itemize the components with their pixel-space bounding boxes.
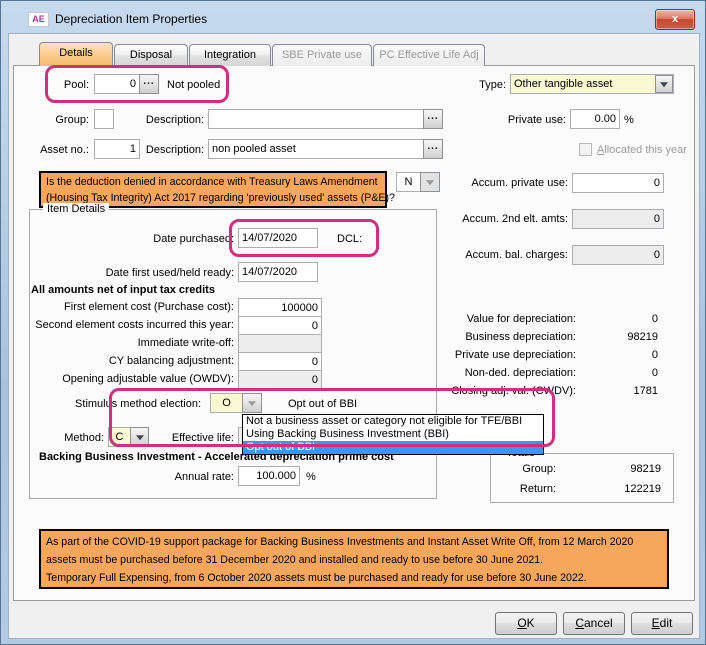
asset-description-label: Description:	[134, 144, 204, 156]
first-element-cost-label: First element cost (Purchase cost):	[22, 301, 234, 313]
private-use-depreciation-value: 0	[568, 349, 658, 361]
type-label: Type:	[456, 79, 506, 91]
accum-private-use-input[interactable]: 0	[572, 173, 664, 193]
cancel-button[interactable]: Cancel	[563, 612, 625, 635]
depreciation-item-properties-dialog: AE Depreciation Item Properties x Detail…	[0, 0, 706, 645]
dropdown-option-not-eligible[interactable]: Not a business asset or category not eli…	[243, 415, 543, 428]
allocated-this-year-checkbox	[579, 143, 592, 156]
private-use-label: Private use:	[466, 114, 566, 126]
tab-sbe-private-use: SBE Private use	[272, 44, 372, 66]
item-details-legend: Item Details	[43, 203, 109, 215]
asset-no-label: Asset no.:	[19, 144, 89, 156]
private-use-depreciation-label: Private use depreciation:	[426, 349, 576, 361]
ellipsis-icon: ...	[140, 75, 158, 89]
totals-return-value: 122219	[561, 483, 661, 495]
tab-integration[interactable]: Integration	[189, 44, 271, 66]
date-first-used-input[interactable]: 14/07/2020	[238, 262, 318, 282]
annual-rate-percent-sign: %	[306, 471, 316, 483]
accum-private-use-label: Accum. private use:	[418, 177, 568, 189]
stimulus-method-dropdown-button[interactable]	[242, 393, 262, 413]
business-depreciation-label: Business depreciation:	[426, 331, 576, 343]
totals-return-label: Return:	[501, 483, 556, 495]
cy-balancing-adjustment-input[interactable]: 0	[238, 352, 322, 371]
annual-rate-input[interactable]: 100.000	[238, 466, 300, 486]
pool-label: Pool:	[41, 79, 89, 91]
close-icon[interactable]: x	[655, 9, 695, 30]
net-of-gst-note: All amounts net of input tax credits	[31, 284, 215, 296]
asset-description-input[interactable]: non pooled asset	[208, 139, 424, 159]
stimulus-method-label: Stimulus method election:	[61, 398, 201, 410]
covid-support-note: As part of the COVID-19 support package …	[39, 529, 669, 589]
cwdv-value: 1781	[568, 385, 658, 397]
group-input[interactable]	[94, 109, 114, 129]
totals-group-value: 98219	[561, 463, 661, 475]
effective-life-label: Effective life:	[22, 432, 234, 444]
date-first-used-label: Date first used/held ready:	[22, 267, 234, 279]
group-description-input[interactable]	[208, 109, 424, 129]
accum-2nd-elt-input: 0	[572, 209, 664, 229]
stimulus-method-selected-text: Opt out of BBI	[288, 398, 357, 410]
pool-browse-button[interactable]: ...	[139, 74, 159, 94]
accum-bal-charges-label: Accum. bal. charges:	[418, 249, 568, 261]
asset-description-browse-button[interactable]: ...	[423, 139, 443, 159]
ellipsis-icon: ...	[424, 110, 442, 124]
accum-2nd-elt-label: Accum. 2nd elt. amts:	[418, 213, 568, 225]
owdv-input: 0	[238, 370, 322, 389]
dropdown-option-opt-out-bbi[interactable]: Opt out of BBI	[243, 441, 543, 454]
edit-button[interactable]: Edit	[631, 612, 693, 635]
immediate-write-off-input	[238, 334, 322, 353]
chevron-down-icon	[660, 82, 668, 87]
non-ded-depreciation-label: Non-ded. depreciation:	[426, 367, 576, 379]
first-element-cost-input[interactable]: 100000	[238, 298, 322, 317]
totals-groupbox	[490, 453, 674, 503]
dropdown-option-using-bbi[interactable]: Using Backing Business Investment (BBI)	[243, 428, 543, 441]
stimulus-method-dropdown-list: Not a business asset or category not eli…	[242, 414, 544, 455]
cy-balancing-adjustment-label: CY balancing adjustment:	[22, 355, 234, 367]
tab-details[interactable]: Details	[39, 42, 113, 66]
totals-group-label: Group:	[501, 463, 556, 475]
accum-bal-charges-input: 0	[572, 245, 664, 265]
date-purchased-input[interactable]: 14/07/2020	[238, 228, 318, 248]
date-purchased-label: Date purchased:	[22, 233, 234, 245]
owdv-label: Opening adjustable value (OWDV):	[22, 373, 234, 385]
type-dropdown-button[interactable]	[655, 75, 673, 93]
tab-pc-effective-life-adj: PC Effective Life Adj	[373, 44, 485, 66]
stimulus-method-field[interactable]: O	[210, 393, 243, 413]
private-use-input[interactable]: 0.00	[570, 109, 620, 129]
second-element-cost-input[interactable]: 0	[238, 316, 322, 335]
window-title: Depreciation Item Properties	[55, 12, 207, 26]
app-icon: AE	[28, 12, 49, 27]
value-for-depreciation-label: Value for depreciation:	[426, 313, 576, 325]
immediate-write-off-label: Immediate write-off:	[22, 337, 234, 349]
group-description-browse-button[interactable]: ...	[423, 109, 443, 129]
dcl-label: DCL:	[337, 233, 362, 245]
type-select[interactable]: Other tangible asset	[510, 74, 674, 94]
ok-button[interactable]: OK	[495, 612, 557, 635]
pool-input[interactable]: 0	[94, 74, 140, 94]
private-use-percent-sign: %	[624, 114, 634, 126]
second-element-cost-label: Second element costs incurred this year:	[22, 319, 234, 331]
tab-disposal[interactable]: Disposal	[114, 44, 188, 66]
allocated-this-year-label: Allocated this year	[597, 144, 687, 156]
group-description-label: Description:	[134, 114, 204, 126]
business-depreciation-value: 98219	[568, 331, 658, 343]
ellipsis-icon: ...	[424, 140, 442, 154]
non-ded-depreciation-value: 0	[568, 367, 658, 379]
chevron-down-icon	[248, 401, 256, 406]
value-for-depreciation-value: 0	[568, 313, 658, 325]
group-label: Group:	[19, 114, 89, 126]
annual-rate-label: Annual rate:	[22, 471, 234, 483]
pool-status-text: Not pooled	[167, 79, 220, 91]
cwdv-label: Closing adj. val. (CWDV):	[426, 385, 576, 397]
